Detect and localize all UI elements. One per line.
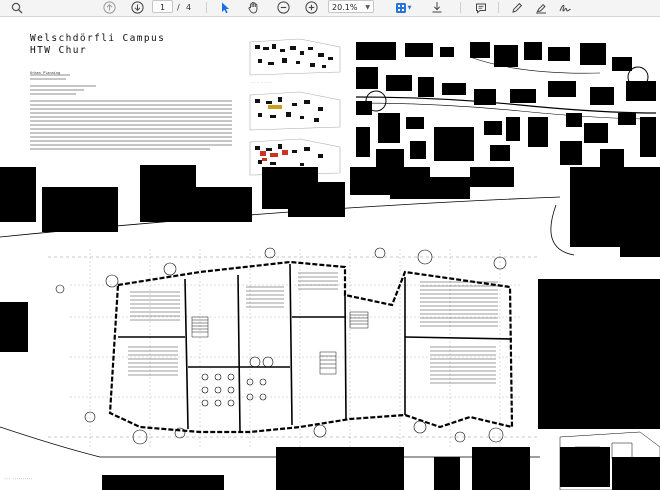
fit-page-button[interactable]: ▼ [392, 0, 414, 15]
poster-artwork: ··· ··· ·· ····· [0, 38, 660, 490]
ground-floor-plan [0, 165, 660, 490]
auditorium-seating [128, 272, 498, 384]
surrounding-buildings [0, 165, 660, 490]
zoom-level-select[interactable]: 20.1% ▼ [328, 0, 374, 13]
zoom-out-icon [276, 1, 290, 14]
site-plan-thumbnail [249, 38, 341, 76]
highlight-tool-button[interactable] [532, 0, 550, 15]
sign-tool-button[interactable] [556, 0, 574, 15]
total-pages: 4 [186, 3, 192, 12]
toolbar-divider [460, 2, 461, 13]
search-icon [11, 2, 23, 13]
page-separator: / [177, 3, 180, 12]
toolbar-divider [498, 2, 499, 13]
scroll-mode-icon [432, 2, 442, 13]
hand-tool-button[interactable] [244, 0, 262, 15]
hand-tool-icon [247, 2, 257, 14]
search-button[interactable] [6, 0, 28, 15]
cafeteria-tables [201, 356, 274, 407]
page-number-input[interactable]: 1 [152, 0, 173, 13]
selection-arrow-icon [222, 2, 230, 14]
next-page-button[interactable] [128, 0, 146, 15]
chevron-down-icon: ▼ [365, 4, 370, 11]
next-page-icon [130, 1, 144, 14]
poster-body-text [30, 74, 232, 150]
comment-icon [476, 3, 486, 14]
fit-page-icon [395, 2, 406, 13]
pen-icon [512, 2, 523, 13]
pen-tool-button[interactable] [508, 0, 526, 15]
select-tool-button[interactable] [216, 0, 234, 15]
site-plan-thumbnail [249, 91, 341, 131]
scroll-mode-button[interactable] [428, 0, 446, 15]
toolbar-divider [206, 2, 207, 13]
zoom-in-button[interactable] [302, 0, 320, 15]
staircase [191, 311, 369, 375]
previous-page-icon [102, 1, 116, 14]
highlight-icon [536, 3, 546, 13]
zoom-out-button[interactable] [274, 0, 292, 15]
context-plan [355, 42, 657, 172]
document-canvas[interactable]: Welschdörfli Campus HTW Chur Urban Plann… [0, 17, 660, 490]
plan-caption: ··· ·········· [4, 477, 33, 481]
previous-page-button[interactable] [100, 0, 118, 15]
zoom-in-icon [304, 1, 318, 14]
zoom-level-value: 20.1% [332, 3, 358, 12]
site-plan-caption: ··· ··· ·· ····· [250, 81, 271, 84]
pdf-toolbar: 1 / 4 20.1% ▼ ▼ [0, 0, 660, 17]
sign-icon [559, 4, 571, 11]
chevron-down-icon: ▼ [407, 4, 412, 11]
comment-button[interactable] [472, 0, 490, 15]
pdf-page: Welschdörfli Campus HTW Chur Urban Plann… [0, 17, 660, 490]
